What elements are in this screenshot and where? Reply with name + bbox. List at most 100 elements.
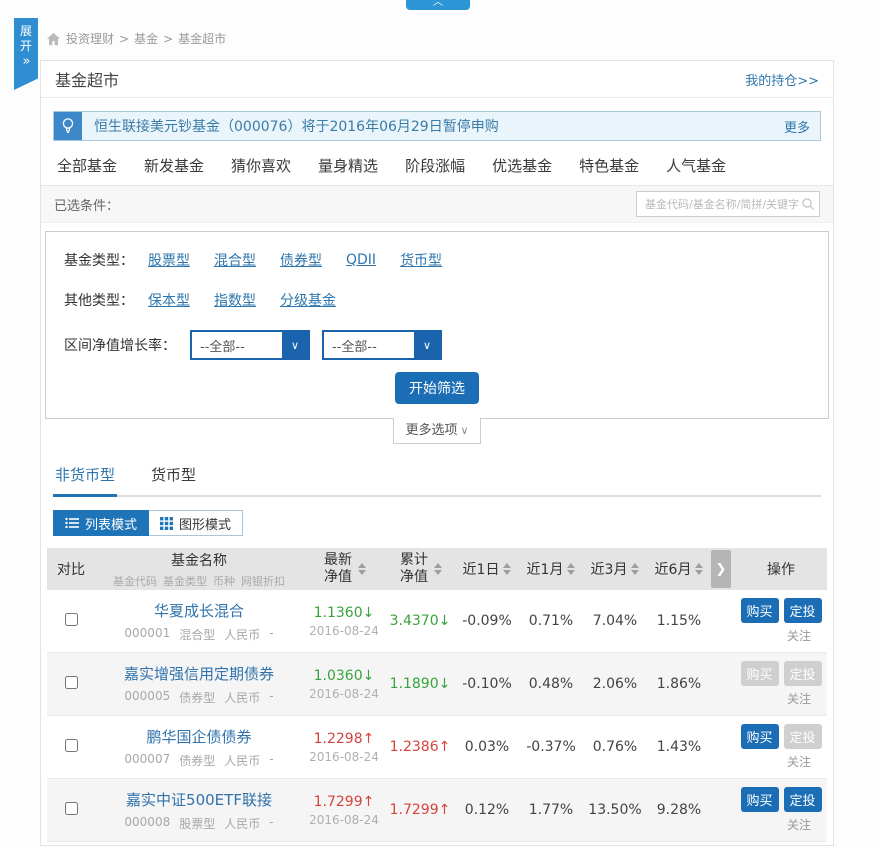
return-1month: -0.37% [519,739,583,755]
header-cum-nav-sort[interactable]: 累计净值 [385,552,455,587]
tab-featured-funds[interactable]: 特色基金 [579,155,639,176]
buy-button[interactable]: 购买 [741,787,779,812]
selected-conditions-bar: 已选条件： [41,186,833,223]
scroll-right-button[interactable]: ❯ [711,550,731,588]
header-1month-sort[interactable]: 近1月 [519,559,583,579]
filter-stock-type[interactable]: 股票型 [148,250,190,270]
invest-button[interactable]: 定投 [784,787,822,812]
return-1month: 0.48% [519,676,583,692]
more-options-toggle[interactable]: 更多选项∨ [393,418,481,444]
growth-rate-select-from[interactable]: --全部-- ∨ [190,330,310,360]
return-1day: 0.03% [455,739,519,755]
return-6month: 9.28% [647,802,711,818]
chevron-up-icon: ︿ [433,0,443,8]
table-row: 嘉实增强信用定期债券 000005 债券型 人民币 - 1.0360↓ 2016… [47,653,827,716]
tab-preferred-funds[interactable]: 优选基金 [492,155,552,176]
start-filter-button[interactable]: 开始筛选 [395,372,479,404]
tab-tailored[interactable]: 量身精选 [318,155,378,176]
filter-qdii-type[interactable]: QDII [346,252,376,268]
filter-graded-fund[interactable]: 分级基金 [280,290,336,310]
fund-discount: - [269,752,273,769]
filter-bond-type[interactable]: 债券型 [280,250,322,270]
breadcrumb-item-fund-supermarket[interactable]: 基金超市 [178,30,226,47]
header-3month-label: 近3月 [591,559,628,579]
sort-icon [358,563,366,575]
return-3month: 13.50% [583,802,647,818]
fund-type-row: 基金类型： 股票型 混合型 债券型 QDII 货币型 [64,250,810,270]
select-value: --全部-- [324,336,414,355]
tab-all-funds[interactable]: 全部基金 [57,155,117,176]
tab-new-funds[interactable]: 新发基金 [144,155,204,176]
invest-button[interactable]: 定投 [784,598,822,623]
growth-rate-select-to[interactable]: --全部-- ∨ [322,330,442,360]
list-mode-button[interactable]: 列表模式 [53,510,149,536]
return-1month: 0.71% [519,613,583,629]
announcement-text[interactable]: 恒生联接美元钞基金（000076）将于2016年06月29日暂停申购 [82,116,499,136]
follow-link[interactable]: 关注 [735,690,827,707]
tab-non-monetary[interactable]: 非货币型 [53,458,117,497]
fund-name-link[interactable]: 嘉实增强信用定期债券 [95,663,303,684]
follow-link[interactable]: 关注 [735,816,827,833]
header-6month-sort[interactable]: 近6月 [647,559,711,579]
compare-checkbox[interactable] [65,676,78,689]
filter-index-type[interactable]: 指数型 [214,290,256,310]
return-3month: 2.06% [583,676,647,692]
latest-nav-value: 1.7299↑ [303,794,385,810]
latest-nav-value: 1.2298↑ [303,731,385,747]
breadcrumb-separator: > [163,32,173,46]
fund-name-link[interactable]: 嘉实中证500ETF联接 [95,789,303,810]
grid-mode-button[interactable]: 图形模式 [149,510,243,536]
chevron-down-icon: ∨ [282,332,308,358]
buy-button[interactable]: 购买 [741,598,779,623]
collapse-panel-button[interactable]: ︿ [406,0,470,10]
chevron-right-icon: ❯ [716,562,727,577]
tab-popular-funds[interactable]: 人气基金 [666,155,726,176]
sort-icon [503,563,511,575]
tab-guess-you-like[interactable]: 猜你喜欢 [231,155,291,176]
header-fund-code: 基金代码 [113,573,157,589]
return-1day: -0.10% [455,676,519,692]
header-action: 操作 [735,559,827,579]
header-6month-label: 近6月 [655,559,692,579]
follow-link[interactable]: 关注 [735,753,827,770]
header-latest-nav-sort[interactable]: 最新净值 [303,552,385,587]
fund-name-link[interactable]: 华夏成长混合 [95,600,303,621]
buy-button[interactable]: 购买 [741,724,779,749]
table-row: 华夏成长混合 000001 混合型 人民币 - 1.1360↓ 2016-08-… [47,590,827,653]
expand-sidebar-ribbon[interactable]: 展 开 » [14,18,38,90]
invest-button-disabled: 定投 [784,724,822,749]
header-1month-label: 近1月 [527,559,564,579]
breadcrumb-item-fund[interactable]: 基金 [134,30,158,47]
compare-checkbox[interactable] [65,802,78,815]
ribbon-char: 开 [14,39,38,54]
search-icon[interactable] [801,197,815,211]
return-6month: 1.43% [647,739,711,755]
my-holdings-link[interactable]: 我的持仓>> [745,70,819,89]
search-input[interactable] [643,197,801,212]
return-1day: 0.12% [455,802,519,818]
main-panel: 基金超市 我的持仓>> 恒生联接美元钞基金（000076）将于2016年06月2… [40,60,834,846]
compare-checkbox[interactable] [65,613,78,626]
header-3month-sort[interactable]: 近3月 [583,559,647,579]
header-discount: 网银折扣 [241,573,285,589]
table-row: 鹏华国企债债券 000007 债券型 人民币 - 1.2298↑ 2016-08… [47,716,827,779]
fund-type: 债券型 [179,752,215,769]
cum-nav-value: 3.4370↓ [390,613,451,629]
filter-hybrid-type[interactable]: 混合型 [214,250,256,270]
filter-capital-protected[interactable]: 保本型 [148,290,190,310]
fund-name-link[interactable]: 鹏华国企债债券 [95,726,303,747]
scroll-columns-cell: ❯ [711,550,735,588]
tab-monetary[interactable]: 货币型 [149,458,198,495]
filter-monetary-type[interactable]: 货币型 [400,250,442,270]
announcement-more-link[interactable]: 更多 [784,117,820,136]
header-1day-sort[interactable]: 近1日 [455,559,519,579]
compare-checkbox[interactable] [65,739,78,752]
grid-mode-label: 图形模式 [179,514,231,533]
fund-code: 000005 [124,689,170,706]
follow-link[interactable]: 关注 [735,627,827,644]
breadcrumb: 投资理财 > 基金 > 基金超市 [46,30,226,47]
nav-date: 2016-08-24 [303,813,385,827]
breadcrumb-item-invest[interactable]: 投资理财 [66,30,114,47]
fund-meta: 000001 混合型 人民币 - [95,626,303,643]
tab-period-gain[interactable]: 阶段涨幅 [405,155,465,176]
